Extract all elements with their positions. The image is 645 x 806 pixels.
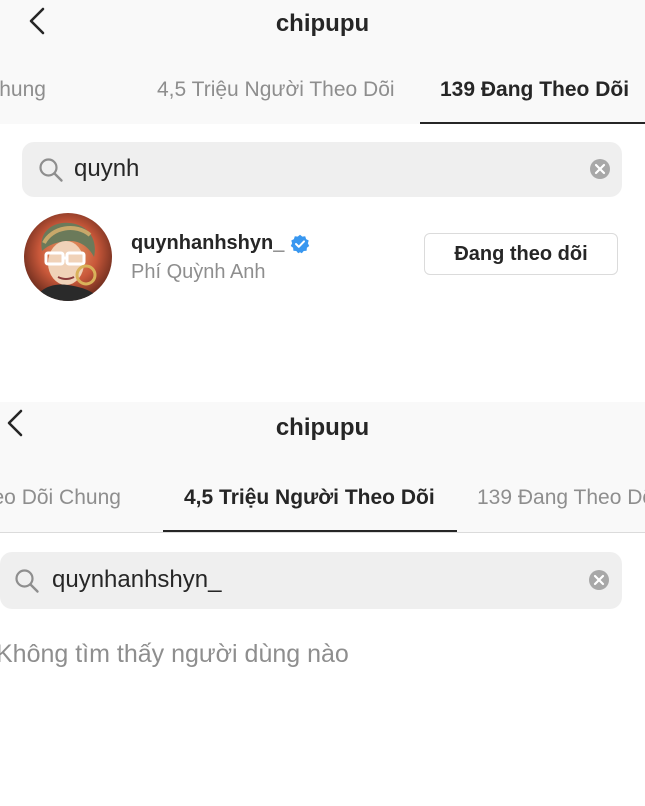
avatar-image bbox=[24, 213, 112, 301]
clear-search-icon[interactable] bbox=[589, 158, 611, 180]
top-header: chipupu Theo Dõi Chung 4,5 Triệu Người T… bbox=[0, 0, 645, 124]
search-field[interactable]: quynhanhshyn_ bbox=[0, 552, 622, 609]
profile-title: chipupu bbox=[275, 414, 370, 441]
search-icon bbox=[15, 569, 39, 593]
top-screenshot: chipupu Theo Dõi Chung 4,5 Triệu Người T… bbox=[0, 0, 645, 340]
clear-search-icon[interactable] bbox=[588, 569, 610, 591]
search-field[interactable]: quynh bbox=[22, 142, 622, 197]
tab-followers[interactable]: 4,5 Triệu Người Theo Dõi bbox=[184, 486, 435, 510]
following-button[interactable]: Đang theo dõi bbox=[424, 233, 618, 275]
tab-mutual-followers[interactable]: Theo Dõi Chung bbox=[0, 486, 121, 510]
tab-mutual-followers[interactable]: Theo Dõi Chung bbox=[0, 78, 46, 102]
profile-title: chipupu bbox=[275, 10, 370, 37]
tab-followers[interactable]: 4,5 Triệu Người Theo Dõi bbox=[157, 78, 395, 102]
header-divider bbox=[0, 532, 645, 533]
search-input[interactable]: quynhanhshyn_ bbox=[52, 566, 221, 594]
avatar[interactable] bbox=[24, 213, 112, 301]
search-input[interactable]: quynh bbox=[74, 155, 139, 183]
search-icon bbox=[39, 158, 63, 182]
tab-active-indicator bbox=[420, 122, 645, 124]
bottom-header: chipupu Theo Dõi Chung 4,5 Triệu Người T… bbox=[0, 402, 645, 532]
result-username-row[interactable]: quynhanhshyn_ bbox=[131, 232, 310, 255]
no-results-message: Không tìm thấy người dùng nào bbox=[0, 640, 349, 668]
result-full-name: Phí Quỳnh Anh bbox=[131, 261, 266, 283]
verified-badge-icon bbox=[291, 234, 310, 253]
tab-following[interactable]: 139 Đang Theo Dõi bbox=[440, 78, 629, 102]
result-username[interactable]: quynhanhshyn_ bbox=[131, 232, 284, 255]
tab-following[interactable]: 139 Đang Theo Dõi bbox=[477, 486, 645, 510]
